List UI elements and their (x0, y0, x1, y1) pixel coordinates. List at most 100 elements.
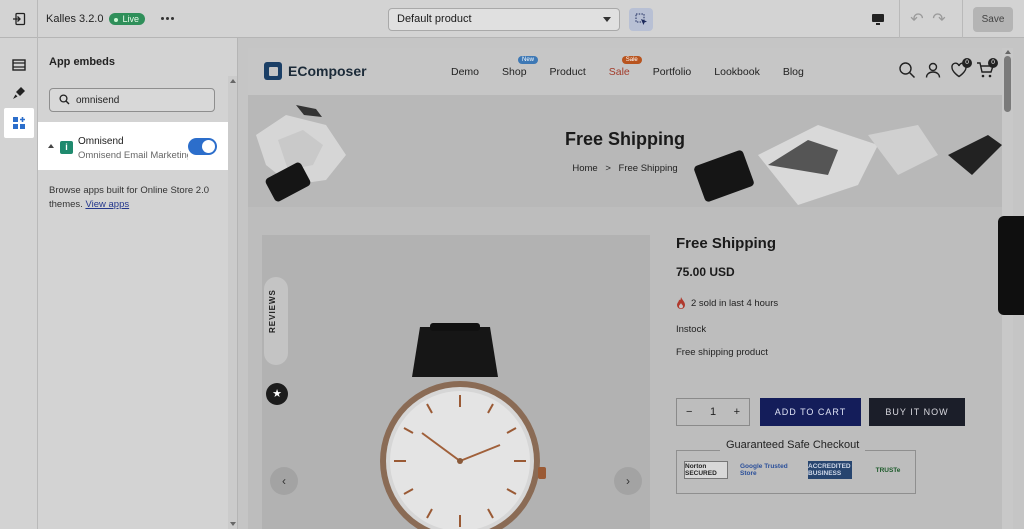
search-button[interactable] (898, 61, 916, 79)
nav-item-label: Sale (608, 66, 630, 78)
browse-apps-note: Browse apps built for Online Store 2.0 t… (49, 184, 219, 212)
scroll-up-icon (1005, 50, 1011, 54)
account-button[interactable] (924, 61, 942, 79)
nav-item-shop[interactable]: Shop New (502, 56, 539, 78)
stock-status: Instock (676, 324, 707, 335)
breadcrumb: Home > Free Shipping (248, 163, 1002, 174)
wishlist-button[interactable]: 0 (950, 58, 972, 79)
safe-checkout-title: Guaranteed Safe Checkout (720, 439, 866, 451)
reviews-label: REVIEWS (268, 289, 277, 333)
chevron-left-icon: ‹ (282, 474, 286, 488)
product-section: REVIEWS ★ ‹ › Free Shipping 75.00 USD 2 … (248, 207, 1002, 529)
product-title: Free Shipping (676, 235, 777, 252)
plus-icon[interactable]: + (734, 406, 740, 418)
panel-scrollbar[interactable] (228, 76, 237, 529)
nav-item-blog[interactable]: Blog (783, 66, 804, 78)
sold-text: 2 sold in last 4 hours (691, 297, 779, 309)
norton-badge: Norton SECURED (684, 461, 728, 479)
user-icon (925, 62, 941, 78)
app-embed-toggle[interactable] (188, 138, 217, 155)
sale-badge: Sale (621, 56, 642, 64)
inspector-button[interactable] (629, 8, 653, 31)
star-icon: ★ (266, 383, 288, 405)
template-select[interactable]: Default product (388, 8, 620, 31)
brush-icon (13, 87, 25, 99)
undo-button[interactable]: ↶ (906, 0, 928, 38)
reviews-tab[interactable]: REVIEWS ★ (264, 277, 288, 405)
chevron-right-icon: › (626, 474, 630, 488)
app-embed-description: Omnisend Email Marketing (78, 150, 188, 161)
live-badge: Live (109, 12, 145, 25)
scroll-up-icon (230, 79, 236, 83)
redo-button[interactable]: ↷ (928, 0, 950, 38)
nav-item-sale[interactable]: Sale Sale (608, 56, 642, 78)
gallery-prev-button[interactable]: ‹ (270, 467, 298, 495)
hero-title: Free Shipping (564, 129, 685, 149)
omnisend-logo-icon: i (60, 141, 73, 154)
gallery-next-button[interactable]: › (614, 467, 642, 495)
app-embeds-panel: App embeds i Omnisend Omnisend Email Mar… (38, 38, 238, 529)
more-icon (160, 17, 164, 20)
page-hero-banner: Free Shipping Home > Free Shipping (248, 95, 1002, 207)
quantity-stepper[interactable]: − 1 + (676, 398, 750, 426)
desktop-icon (871, 13, 884, 25)
topbar-right: ↶ ↷ Save (856, 0, 1024, 38)
sections-button[interactable] (5, 52, 33, 78)
inspect-cursor-icon (635, 13, 647, 25)
exit-icon (12, 12, 25, 25)
new-badge: New (518, 56, 539, 64)
app-embed-name: Omnisend (78, 136, 124, 147)
theme-settings-button[interactable] (5, 80, 33, 106)
sold-counter: 2 sold in last 4 hours (676, 297, 778, 309)
chevron-down-icon (603, 17, 611, 22)
exit-button[interactable] (0, 0, 38, 38)
collapse-caret-icon[interactable] (48, 144, 54, 148)
main-nav: Demo Shop New Product Sale Sale Portfolio … (451, 56, 827, 78)
nav-item-demo[interactable]: Demo (451, 66, 479, 78)
undo-icon: ↶ (910, 11, 924, 28)
nav-item-portfolio[interactable]: Portfolio (653, 66, 692, 78)
watch-product-image (380, 323, 546, 529)
add-to-cart-button[interactable]: ADD TO CART (760, 398, 861, 426)
cart-button[interactable]: 0 (976, 58, 998, 79)
flame-icon (677, 297, 685, 309)
site-header: EComposer Demo Shop New Product Sale Sale … (248, 48, 1002, 95)
nav-item-lookbook[interactable]: Lookbook (714, 66, 760, 78)
wishlist-count: 0 (962, 58, 972, 68)
scrollbar-thumb[interactable] (1004, 56, 1011, 112)
hero-left-product-image (248, 95, 398, 207)
editor-topbar: Kalles 3.2.0 Live Default product ↶ ↷ Sa… (0, 0, 1024, 38)
breadcrumb-home[interactable]: Home (572, 163, 597, 174)
trust-badges: Norton SECURED Google Trusted Store ACCR… (684, 461, 912, 479)
device-preview-button[interactable] (856, 0, 900, 38)
minus-icon[interactable]: − (686, 406, 692, 418)
nav-item-label: Shop (502, 66, 527, 78)
bbb-badge: ACCREDITED BUSINESS (808, 461, 852, 479)
view-apps-link[interactable]: View apps (85, 199, 129, 210)
product-gallery[interactable]: REVIEWS ★ ‹ › (262, 235, 650, 529)
hero-right-product-image (694, 125, 1002, 205)
product-price: 75.00 USD (676, 265, 735, 279)
save-button[interactable]: Save (973, 6, 1013, 32)
redo-icon: ↷ (932, 11, 946, 28)
site-logo[interactable]: EComposer (264, 62, 367, 80)
search-field[interactable] (49, 88, 215, 112)
quantity-value[interactable]: 1 (710, 406, 716, 418)
app-embeds-button[interactable] (4, 108, 34, 138)
sections-icon (12, 59, 26, 71)
truste-badge: TRUSTe (875, 466, 901, 474)
header-icons: 0 0 (898, 58, 998, 79)
app-embed-item[interactable]: i Omnisend Omnisend Email Marketing (38, 122, 228, 170)
more-actions-button[interactable] (159, 17, 175, 20)
search-icon (899, 62, 916, 79)
logo-mark-icon (264, 62, 282, 80)
logo-text: EComposer (288, 63, 367, 79)
search-icon (59, 94, 70, 105)
search-input[interactable] (76, 92, 206, 108)
floating-side-widget[interactable] (998, 216, 1024, 315)
theme-name: Kalles 3.2.0 (46, 12, 104, 25)
buy-now-button[interactable]: BUY IT NOW (869, 398, 965, 426)
storefront-preview: EComposer Demo Shop New Product Sale Sale … (248, 48, 1002, 529)
nav-item-product[interactable]: Product (550, 66, 586, 78)
google-trusted-badge: Google Trusted Store (740, 463, 788, 477)
